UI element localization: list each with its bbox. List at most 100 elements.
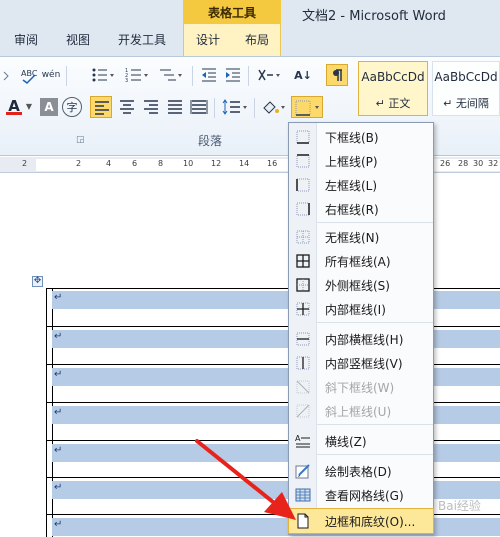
menu-item-label: 斜上框线(U) [325,404,392,419]
menu-item-label: 无框线(N) [325,230,380,245]
align-left-button[interactable] [90,96,112,118]
ruler-tick-label: 16 [267,159,278,168]
all-borders-icon [289,254,317,268]
borders-shading-icon [289,513,317,529]
menu-item-label: 内部框线(I) [325,302,386,317]
ruler-tick-label: 4 [106,159,112,168]
ruler-tick-label: 10 [183,159,194,168]
left-border-icon [289,178,317,192]
tab-view[interactable]: 视图 [66,31,90,48]
menu-separator [317,322,433,323]
menu-item-top-border[interactable]: 上框线(P) [289,149,433,173]
enclose-characters-icon[interactable]: 字 [62,97,82,117]
paragraph-mark: ↵ [54,331,63,342]
menu-item-left-border[interactable]: 左框线(L) [289,173,433,197]
inside-vertical-border-icon [289,356,317,370]
ribbon-separator [254,98,255,118]
menu-item-label: 外侧框线(S) [325,278,390,293]
style-no-spacing-sample: AaBbCcDd [434,70,498,84]
ribbon-partial-icon[interactable] [0,66,12,86]
watermark-text: Bai经验 [438,499,481,513]
ruler-tick-label: 2 [22,159,28,168]
font-color-swatch [6,112,22,115]
outside-borders-icon [289,278,317,292]
menu-item-view-gridlines[interactable]: 查看网格线(G) [289,483,433,507]
ruler-tick-label: 2 [76,159,82,168]
menu-item-label: 所有框线(A) [325,254,391,269]
menu-item-all-borders[interactable]: 所有框线(A) [289,249,433,273]
menu-item-label: 绘制表格(D) [325,464,392,479]
phonetic-guide-icon[interactable]: wén [40,64,62,86]
menu-item-horizontal-line[interactable]: A 横线(Z) [289,429,433,453]
inside-horizontal-border-icon [289,332,317,346]
bullets-icon[interactable] [88,64,118,86]
svg-text:A: A [295,434,301,443]
menu-item-label: 内部竖框线(V) [325,356,403,371]
tab-review[interactable]: 审阅 [14,31,38,48]
ruler-tick-label: 12 [211,159,222,168]
ribbon-separator [214,98,215,118]
paragraph-mark: ↵ [54,519,63,530]
paragraph-mark: ↵ [54,407,63,418]
menu-item-label: 斜下框线(W) [325,380,395,395]
svg-text:3: 3 [125,78,128,83]
ruler-tick-label: 30 [473,159,484,168]
svg-text:ABC: ABC [21,69,38,78]
ruler-tick-label: 8 [158,159,164,168]
chinese-layout-icon[interactable] [254,64,284,86]
menu-item-label: 横线(Z) [325,434,367,449]
style-no-spacing[interactable]: AaBbCcDd ↵ 无间隔 [432,61,500,116]
font-group-launcher-icon[interactable]: ◲ [76,135,85,145]
menu-separator [317,454,433,455]
menu-item-inside-vertical-border[interactable]: 内部竖框线(V) [289,351,433,375]
character-shading-icon[interactable]: A [40,98,58,116]
menu-item-draw-table[interactable]: 绘制表格(D) [289,459,433,483]
paragraph-group-label: 段落 [198,134,223,148]
font-color-dropdown-icon[interactable]: ▼ [24,100,34,112]
inside-borders-icon [289,302,317,316]
tab-design[interactable]: 设计 [196,31,220,48]
shading-icon[interactable] [258,96,288,118]
paragraph-mark: ↵ [54,445,63,456]
paragraph-mark: ↵ [54,482,63,493]
align-right-icon[interactable] [140,96,162,118]
ribbon-separator [66,66,67,86]
paragraph-mark: ↵ [54,292,63,303]
paragraph-mark: ↵ [54,369,63,380]
increase-indent-icon[interactable] [222,64,244,86]
menu-item-right-border[interactable]: 右框线(R) [289,197,433,221]
menu-item-outside-borders[interactable]: 外侧框线(S) [289,273,433,297]
view-gridlines-icon [289,488,317,502]
borders-dropdown-button[interactable] [291,96,323,118]
decrease-indent-icon[interactable] [198,64,220,86]
menu-separator [317,222,433,223]
table-move-handle-icon[interactable]: ✥ [32,276,43,287]
menu-item-diagonal-up-border: 斜上框线(U) [289,399,433,423]
horizontal-line-icon: A [289,434,317,448]
line-spacing-icon[interactable] [220,96,250,118]
ruler-tick-label: 14 [239,159,250,168]
menu-item-inside-borders[interactable]: 内部框线(I) [289,297,433,321]
menu-item-no-border[interactable]: 无框线(N) [289,225,433,249]
right-border-icon [289,202,317,216]
tab-layout[interactable]: 布局 [245,31,269,48]
show-hide-marks-icon[interactable] [326,64,348,86]
sort-icon[interactable]: A↓ [292,64,314,86]
menu-item-borders-and-shading[interactable]: 边框和底纹(O)... [288,508,434,534]
tab-developer[interactable]: 开发工具 [118,31,166,48]
style-normal-label: ↵ 正文 [375,97,411,110]
spell-check-icon[interactable]: ABC [18,64,40,86]
distributed-icon[interactable] [188,96,210,118]
justify-icon[interactable] [164,96,186,118]
menu-item-inside-horizontal-border[interactable]: 内部横框线(H) [289,327,433,351]
align-center-icon[interactable] [116,96,138,118]
multilevel-list-icon[interactable] [156,64,186,86]
top-border-icon [289,154,317,168]
diagonal-up-border-icon [289,404,317,418]
menu-item-label: 下框线(B) [325,130,379,145]
style-normal[interactable]: AaBbCcDd ↵ 正文 [358,61,428,116]
menu-item-bottom-border[interactable]: 下框线(B) [289,125,433,149]
numbering-icon[interactable]: 123 [122,64,152,86]
menu-item-label: 上框线(P) [325,154,378,169]
style-normal-sample: AaBbCcDd [361,70,425,84]
